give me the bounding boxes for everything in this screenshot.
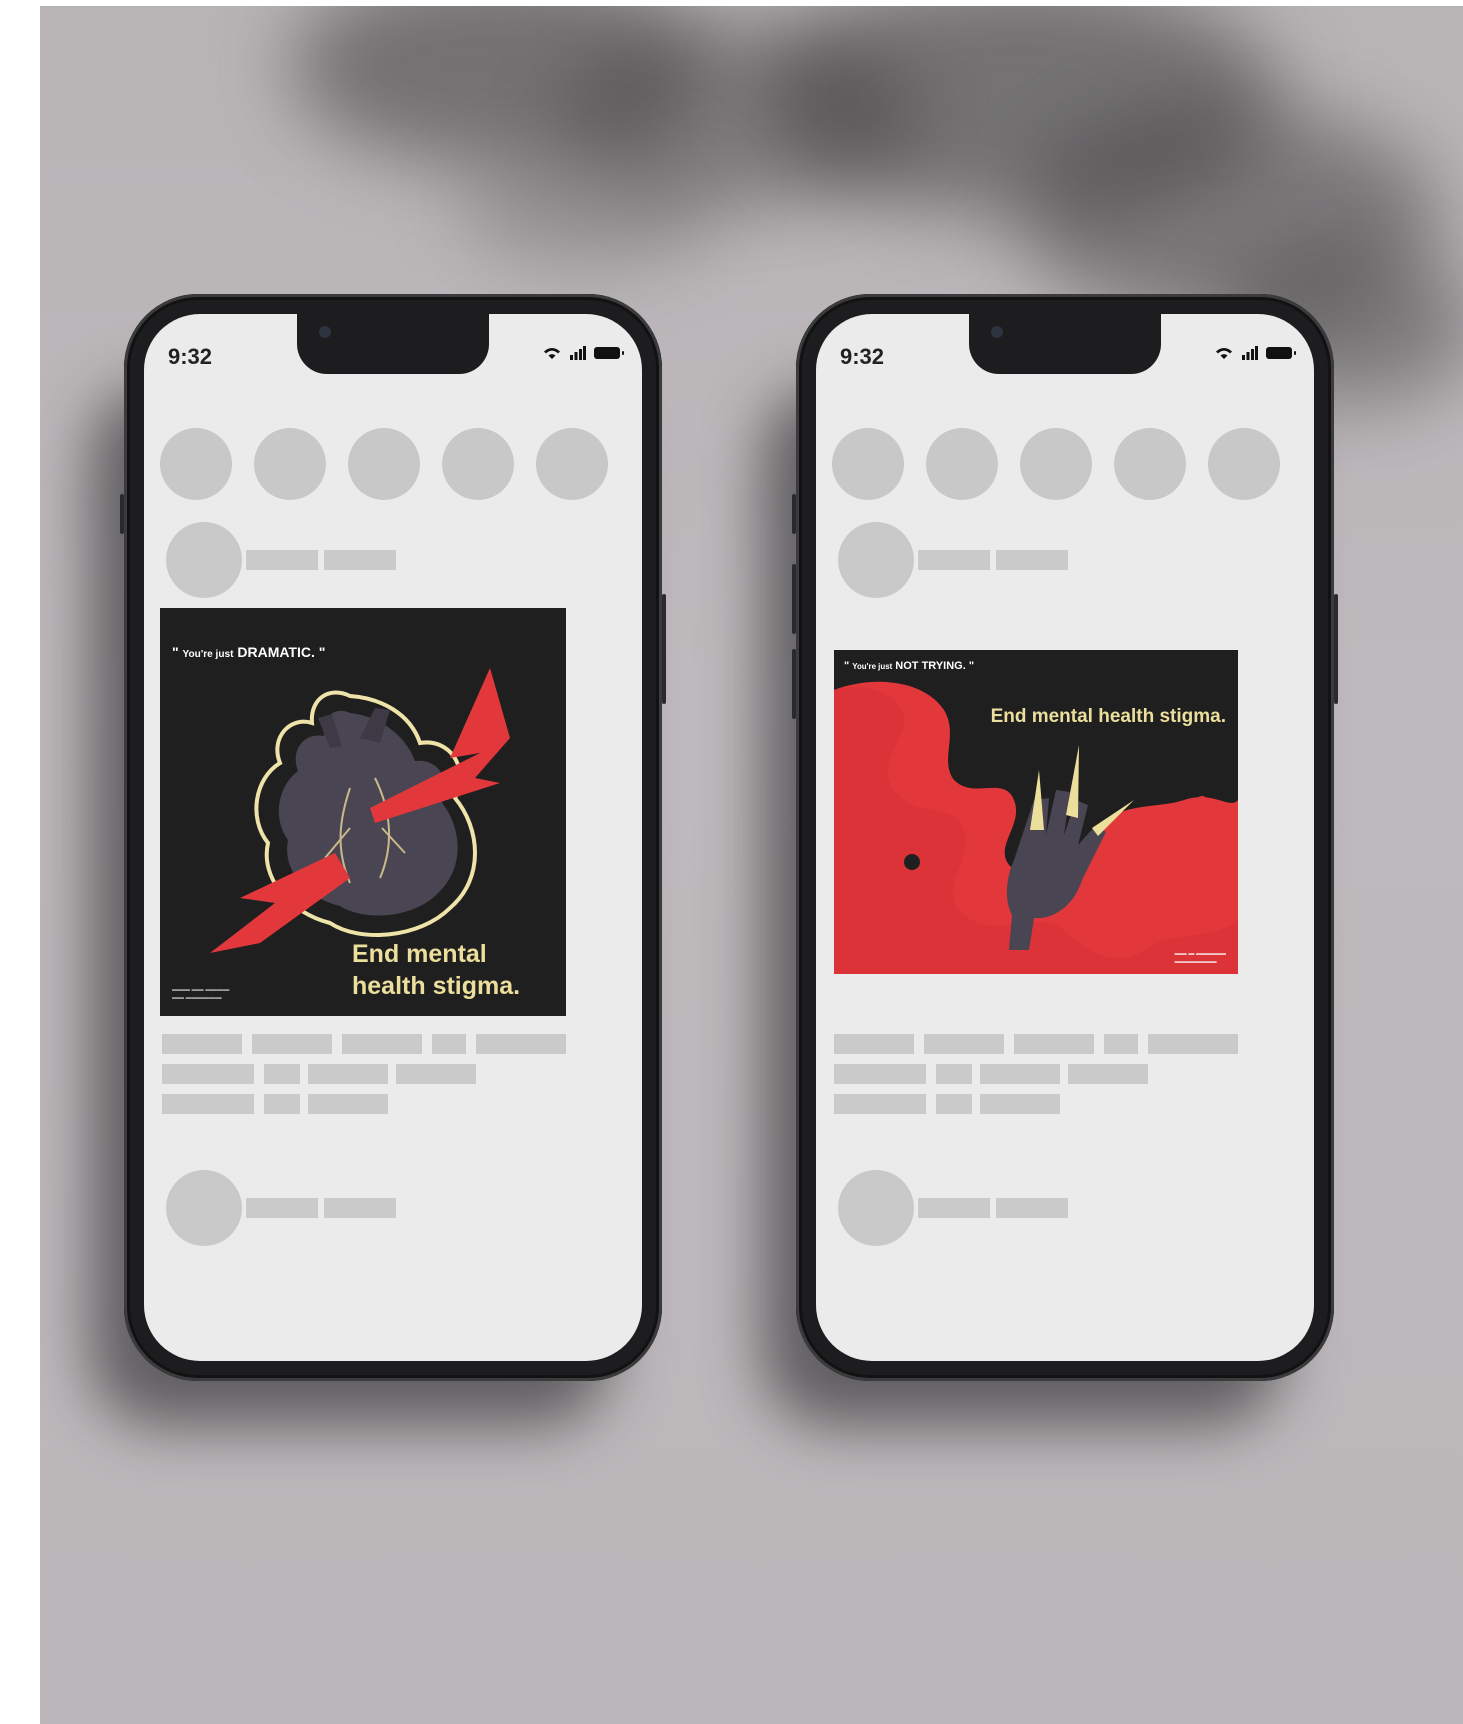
mute-switch (792, 494, 796, 534)
caption-placeholder (342, 1034, 422, 1054)
caption-placeholder (308, 1094, 388, 1114)
story-avatar[interactable] (254, 428, 326, 500)
caption-placeholder (476, 1034, 566, 1054)
quote-prefix: You're just (852, 662, 893, 671)
phone-screen: 9:32 " You're just NOT TRYING. " End men… (816, 314, 1314, 1361)
wifi-icon (1216, 348, 1232, 359)
caption-placeholder (1148, 1034, 1238, 1054)
caption-placeholder (252, 1034, 332, 1054)
raised-hand-icon (834, 681, 1238, 974)
status-icons (1214, 346, 1296, 360)
power-button (662, 594, 666, 704)
stories-row (160, 428, 608, 500)
poster-headline: End mental health stigma. (352, 938, 520, 1002)
caption-placeholder (308, 1064, 388, 1084)
username-placeholder (996, 1198, 1068, 1218)
post-avatar[interactable] (166, 1170, 242, 1246)
headline-line: End mental (352, 940, 487, 968)
story-avatar[interactable] (536, 428, 608, 500)
mockup-scene: 9:32 " You're just DRAMATIC. " End menta… (40, 6, 1463, 1724)
quote-keyword: DRAMATIC. (237, 644, 315, 660)
caption-placeholder (834, 1094, 926, 1114)
phone-screen: 9:32 " You're just DRAMATIC. " End menta… (144, 314, 642, 1361)
quote-mark: " (844, 660, 850, 672)
headline-line: health stigma. (352, 972, 521, 1000)
caption-placeholder (980, 1064, 1060, 1084)
poster-headline: End mental health stigma. (990, 706, 1226, 727)
story-avatar[interactable] (1208, 428, 1280, 500)
status-time: 9:32 (168, 344, 213, 369)
notch (969, 314, 1161, 374)
quote-mark: " (172, 644, 179, 660)
poster-quote: " You're just NOT TRYING. " (844, 660, 974, 672)
username-placeholder (918, 1198, 990, 1218)
post-avatar[interactable] (166, 522, 242, 598)
username-placeholder (324, 550, 396, 570)
caption-placeholder (936, 1064, 972, 1084)
quote-keyword: NOT TRYING. (895, 660, 966, 672)
story-avatar[interactable] (348, 428, 420, 500)
post-image[interactable]: " You're just DRAMATIC. " End mental hea… (160, 608, 566, 1016)
leaf-shadow (460, 146, 720, 266)
heart-icon (210, 668, 510, 953)
username-placeholder (996, 550, 1068, 570)
caption-placeholder (264, 1064, 300, 1084)
story-avatar[interactable] (160, 428, 232, 500)
caption-placeholder (432, 1034, 466, 1054)
caption-placeholder (162, 1034, 242, 1054)
caption-placeholder (936, 1094, 972, 1114)
story-avatar[interactable] (832, 428, 904, 500)
status-icons (542, 346, 624, 360)
stories-row (832, 428, 1280, 500)
post-avatar[interactable] (838, 522, 914, 598)
signal-icon (1242, 346, 1258, 360)
volume-up-button (792, 564, 796, 634)
caption-placeholder (834, 1034, 914, 1054)
poster-credit: ▬▬ ▬ ▬▬▬▬▬ ▬▬▬▬▬▬▬ (1174, 951, 1226, 965)
caption-placeholder (162, 1094, 254, 1114)
caption-placeholder (980, 1094, 1060, 1114)
volume-down-button (792, 649, 796, 719)
username-placeholder (246, 550, 318, 570)
caption-placeholder (264, 1094, 300, 1114)
power-button (1334, 594, 1338, 704)
caption-placeholder (396, 1064, 476, 1084)
poster-credit: ▬▬▬ ▬▬ ▬▬▬▬ ▬▬ ▬▬▬▬▬▬ (172, 987, 230, 1001)
battery-icon (1266, 347, 1296, 359)
story-avatar[interactable] (442, 428, 514, 500)
caption-placeholder (834, 1064, 926, 1084)
camera-icon (991, 326, 1003, 338)
quote-mark: " (318, 644, 326, 660)
signal-icon (570, 346, 586, 360)
phone-right: 9:32 " You're just NOT TRYING. " End men… (792, 294, 1338, 1381)
post-avatar[interactable] (838, 1170, 914, 1246)
caption-placeholder (1068, 1064, 1148, 1084)
username-placeholder (246, 1198, 318, 1218)
post-image[interactable]: " You're just NOT TRYING. " End mental h… (834, 650, 1238, 974)
username-placeholder (324, 1198, 396, 1218)
caption-placeholder (162, 1064, 254, 1084)
caption-placeholder (1104, 1034, 1138, 1054)
story-avatar[interactable] (1114, 428, 1186, 500)
camera-icon (319, 326, 331, 338)
story-avatar[interactable] (1020, 428, 1092, 500)
quote-mark: " (968, 660, 975, 672)
battery-icon (594, 347, 624, 359)
story-avatar[interactable] (926, 428, 998, 500)
caption-placeholder (1014, 1034, 1094, 1054)
notch (297, 314, 489, 374)
caption-placeholder (924, 1034, 1004, 1054)
username-placeholder (918, 550, 990, 570)
mute-switch (120, 494, 124, 534)
quote-prefix: You're just (182, 649, 234, 660)
status-time: 9:32 (840, 344, 885, 369)
wifi-icon (544, 348, 560, 359)
poster-quote: " You're just DRAMATIC. " (172, 644, 325, 660)
phone-left: 9:32 " You're just DRAMATIC. " End menta… (120, 294, 666, 1381)
